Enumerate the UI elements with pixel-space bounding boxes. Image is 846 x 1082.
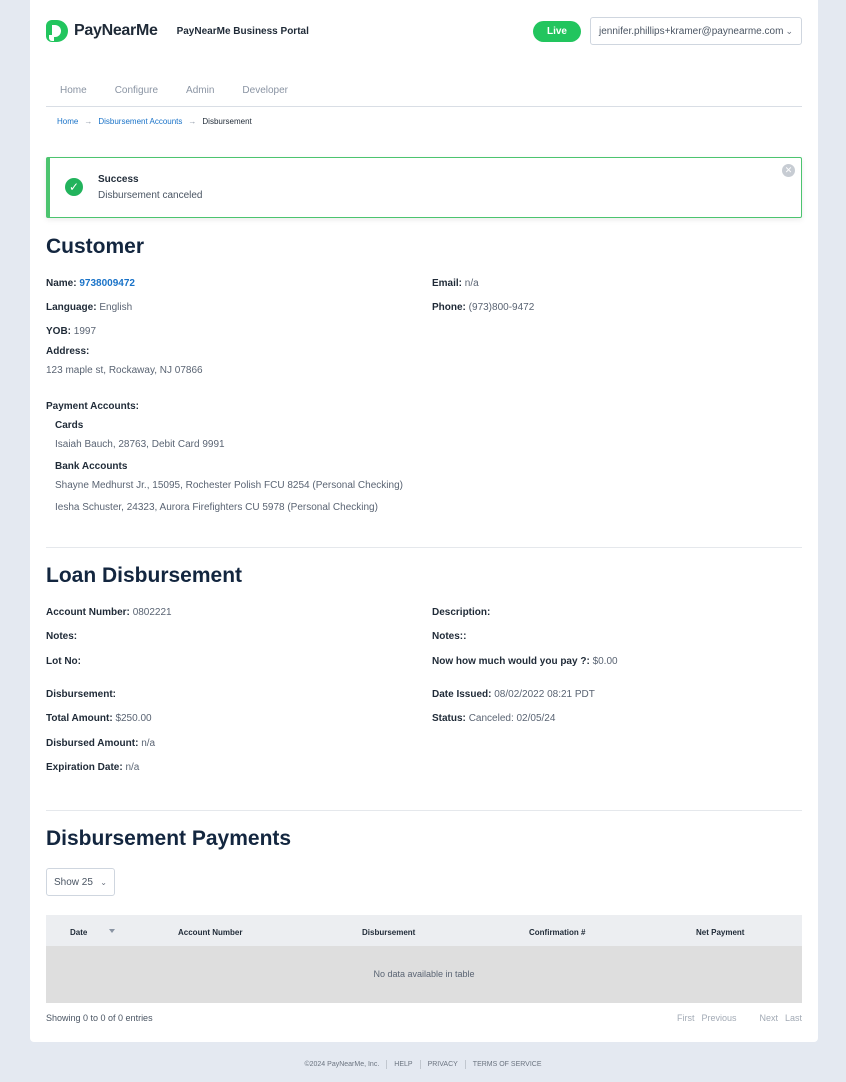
bank-account-item: Iesha Schuster, 24323, Aurora Firefighte… (55, 502, 378, 513)
footer-copyright: ©2024 PayNearMe, Inc. (304, 1061, 380, 1068)
breadcrumb-current: Disbursement (202, 117, 252, 126)
nav-item-admin[interactable]: Admin (172, 76, 228, 106)
main-nav: Home Configure Admin Developer (46, 76, 802, 107)
footer-terms-link[interactable]: TERMS OF SERVICE (473, 1061, 542, 1068)
chevron-down-icon: ⌄ (785, 25, 793, 36)
payments-heading: Disbursement Payments (46, 827, 292, 850)
customer-name: Name: 9738009472 (46, 278, 135, 289)
notes: Notes: (46, 631, 78, 642)
close-icon[interactable]: ✕ (782, 164, 795, 177)
pagination: First Previous Next Last (677, 1013, 802, 1023)
lot-number: Lot No: (46, 656, 81, 667)
top-header: PayNearMe PayNearMe Business Portal Live… (46, 16, 802, 46)
col-date[interactable]: Date (70, 928, 87, 937)
arrow-right-icon: → (188, 117, 197, 126)
alert-message: Disbursement canceled (98, 190, 203, 201)
expiration-date: Expiration Date: n/a (46, 762, 140, 773)
table-header: Date Account Number Disbursement Confirm… (46, 915, 802, 946)
total-amount: Total Amount: $250.00 (46, 713, 152, 724)
section-divider (46, 810, 802, 811)
footer-privacy-link[interactable]: PRIVACY (428, 1061, 458, 1068)
nav-item-configure[interactable]: Configure (101, 76, 172, 106)
breadcrumb-disbursement-accounts[interactable]: Disbursement Accounts (98, 117, 182, 126)
loan-heading: Loan Disbursement (46, 564, 243, 587)
arrow-right-icon: → (84, 117, 93, 126)
footer: ©2024 PayNearMe, Inc. HELP PRIVACY TERMS… (0, 1060, 846, 1069)
footer-help-link[interactable]: HELP (394, 1061, 412, 1068)
description: Description: (432, 607, 491, 618)
breadcrumb-home[interactable]: Home (57, 117, 78, 126)
check-circle-icon: ✓ (65, 178, 83, 196)
customer-name-link[interactable]: 9738009472 (79, 278, 135, 289)
col-disbursement[interactable]: Disbursement (362, 928, 415, 937)
bank-account-item: Shayne Medhurst Jr., 15095, Rochester Po… (55, 480, 403, 491)
notes-extra: Notes:: (432, 631, 467, 642)
brand-logo[interactable]: PayNearMe (46, 20, 158, 42)
pager-first[interactable]: First (677, 1013, 695, 1023)
payment-accounts-label: Payment Accounts: (46, 401, 139, 412)
customer-email: Email: n/a (432, 278, 479, 289)
pay-amount: Now how much would you pay ?: $0.00 (432, 656, 618, 667)
status: Status: Canceled: 02/05/24 (432, 713, 556, 724)
nav-item-home[interactable]: Home (46, 76, 101, 106)
bank-accounts-label: Bank Accounts (55, 461, 128, 472)
account-dropdown[interactable]: jennifer.phillips+kramer@paynearme.com ⌄ (590, 17, 802, 45)
table-empty-row: No data available in table (46, 946, 802, 1003)
col-net-payment[interactable]: Net Payment (696, 928, 744, 937)
date-issued: Date Issued: 08/02/2022 08:21 PDT (432, 689, 595, 700)
disbursement-label: Disbursement: (46, 689, 117, 700)
chevron-down-icon: ⌄ (100, 877, 107, 887)
alert-title: Success (98, 174, 139, 185)
customer-language: Language: English (46, 302, 133, 313)
main-card: PayNearMe PayNearMe Business Portal Live… (30, 0, 818, 1042)
card-item: Isaiah Bauch, 28763, Debit Card 9991 (55, 439, 225, 450)
customer-heading: Customer (46, 235, 145, 258)
cards-label: Cards (55, 420, 84, 431)
col-account-number[interactable]: Account Number (178, 928, 242, 937)
pager-next[interactable]: Next (759, 1013, 778, 1023)
success-alert: ✓ Success Disbursement canceled ✕ (46, 157, 802, 218)
sort-desc-icon[interactable] (109, 929, 115, 933)
paynearme-logo-icon (46, 20, 68, 42)
live-mode-badge[interactable]: Live (532, 20, 581, 42)
portal-title: PayNearMe Business Portal (176, 25, 309, 37)
address-value: 123 maple st, Rockaway, NJ 07866 (46, 365, 203, 376)
nav-item-developer[interactable]: Developer (228, 76, 302, 106)
brand-name: PayNearMe (74, 22, 158, 39)
disbursed-amount: Disbursed Amount: n/a (46, 738, 156, 749)
address-label: Address: (46, 346, 90, 357)
pager-previous[interactable]: Previous (701, 1013, 736, 1023)
section-divider (46, 547, 802, 548)
account-number: Account Number: 0802221 (46, 607, 172, 618)
pager-last[interactable]: Last (785, 1013, 802, 1023)
page-size-select[interactable]: Show 25 ⌄ (46, 868, 115, 896)
col-confirmation[interactable]: Confirmation # (529, 928, 585, 937)
customer-phone: Phone: (973)800-9472 (432, 302, 535, 313)
account-email: jennifer.phillips+kramer@paynearme.com (599, 25, 784, 37)
customer-yob: YOB: 1997 (46, 326, 97, 337)
breadcrumb: Home → Disbursement Accounts → Disbursem… (46, 117, 802, 126)
page-size-value: Show 25 (54, 876, 93, 888)
table-info: Showing 0 to 0 of 0 entries (46, 1013, 153, 1023)
